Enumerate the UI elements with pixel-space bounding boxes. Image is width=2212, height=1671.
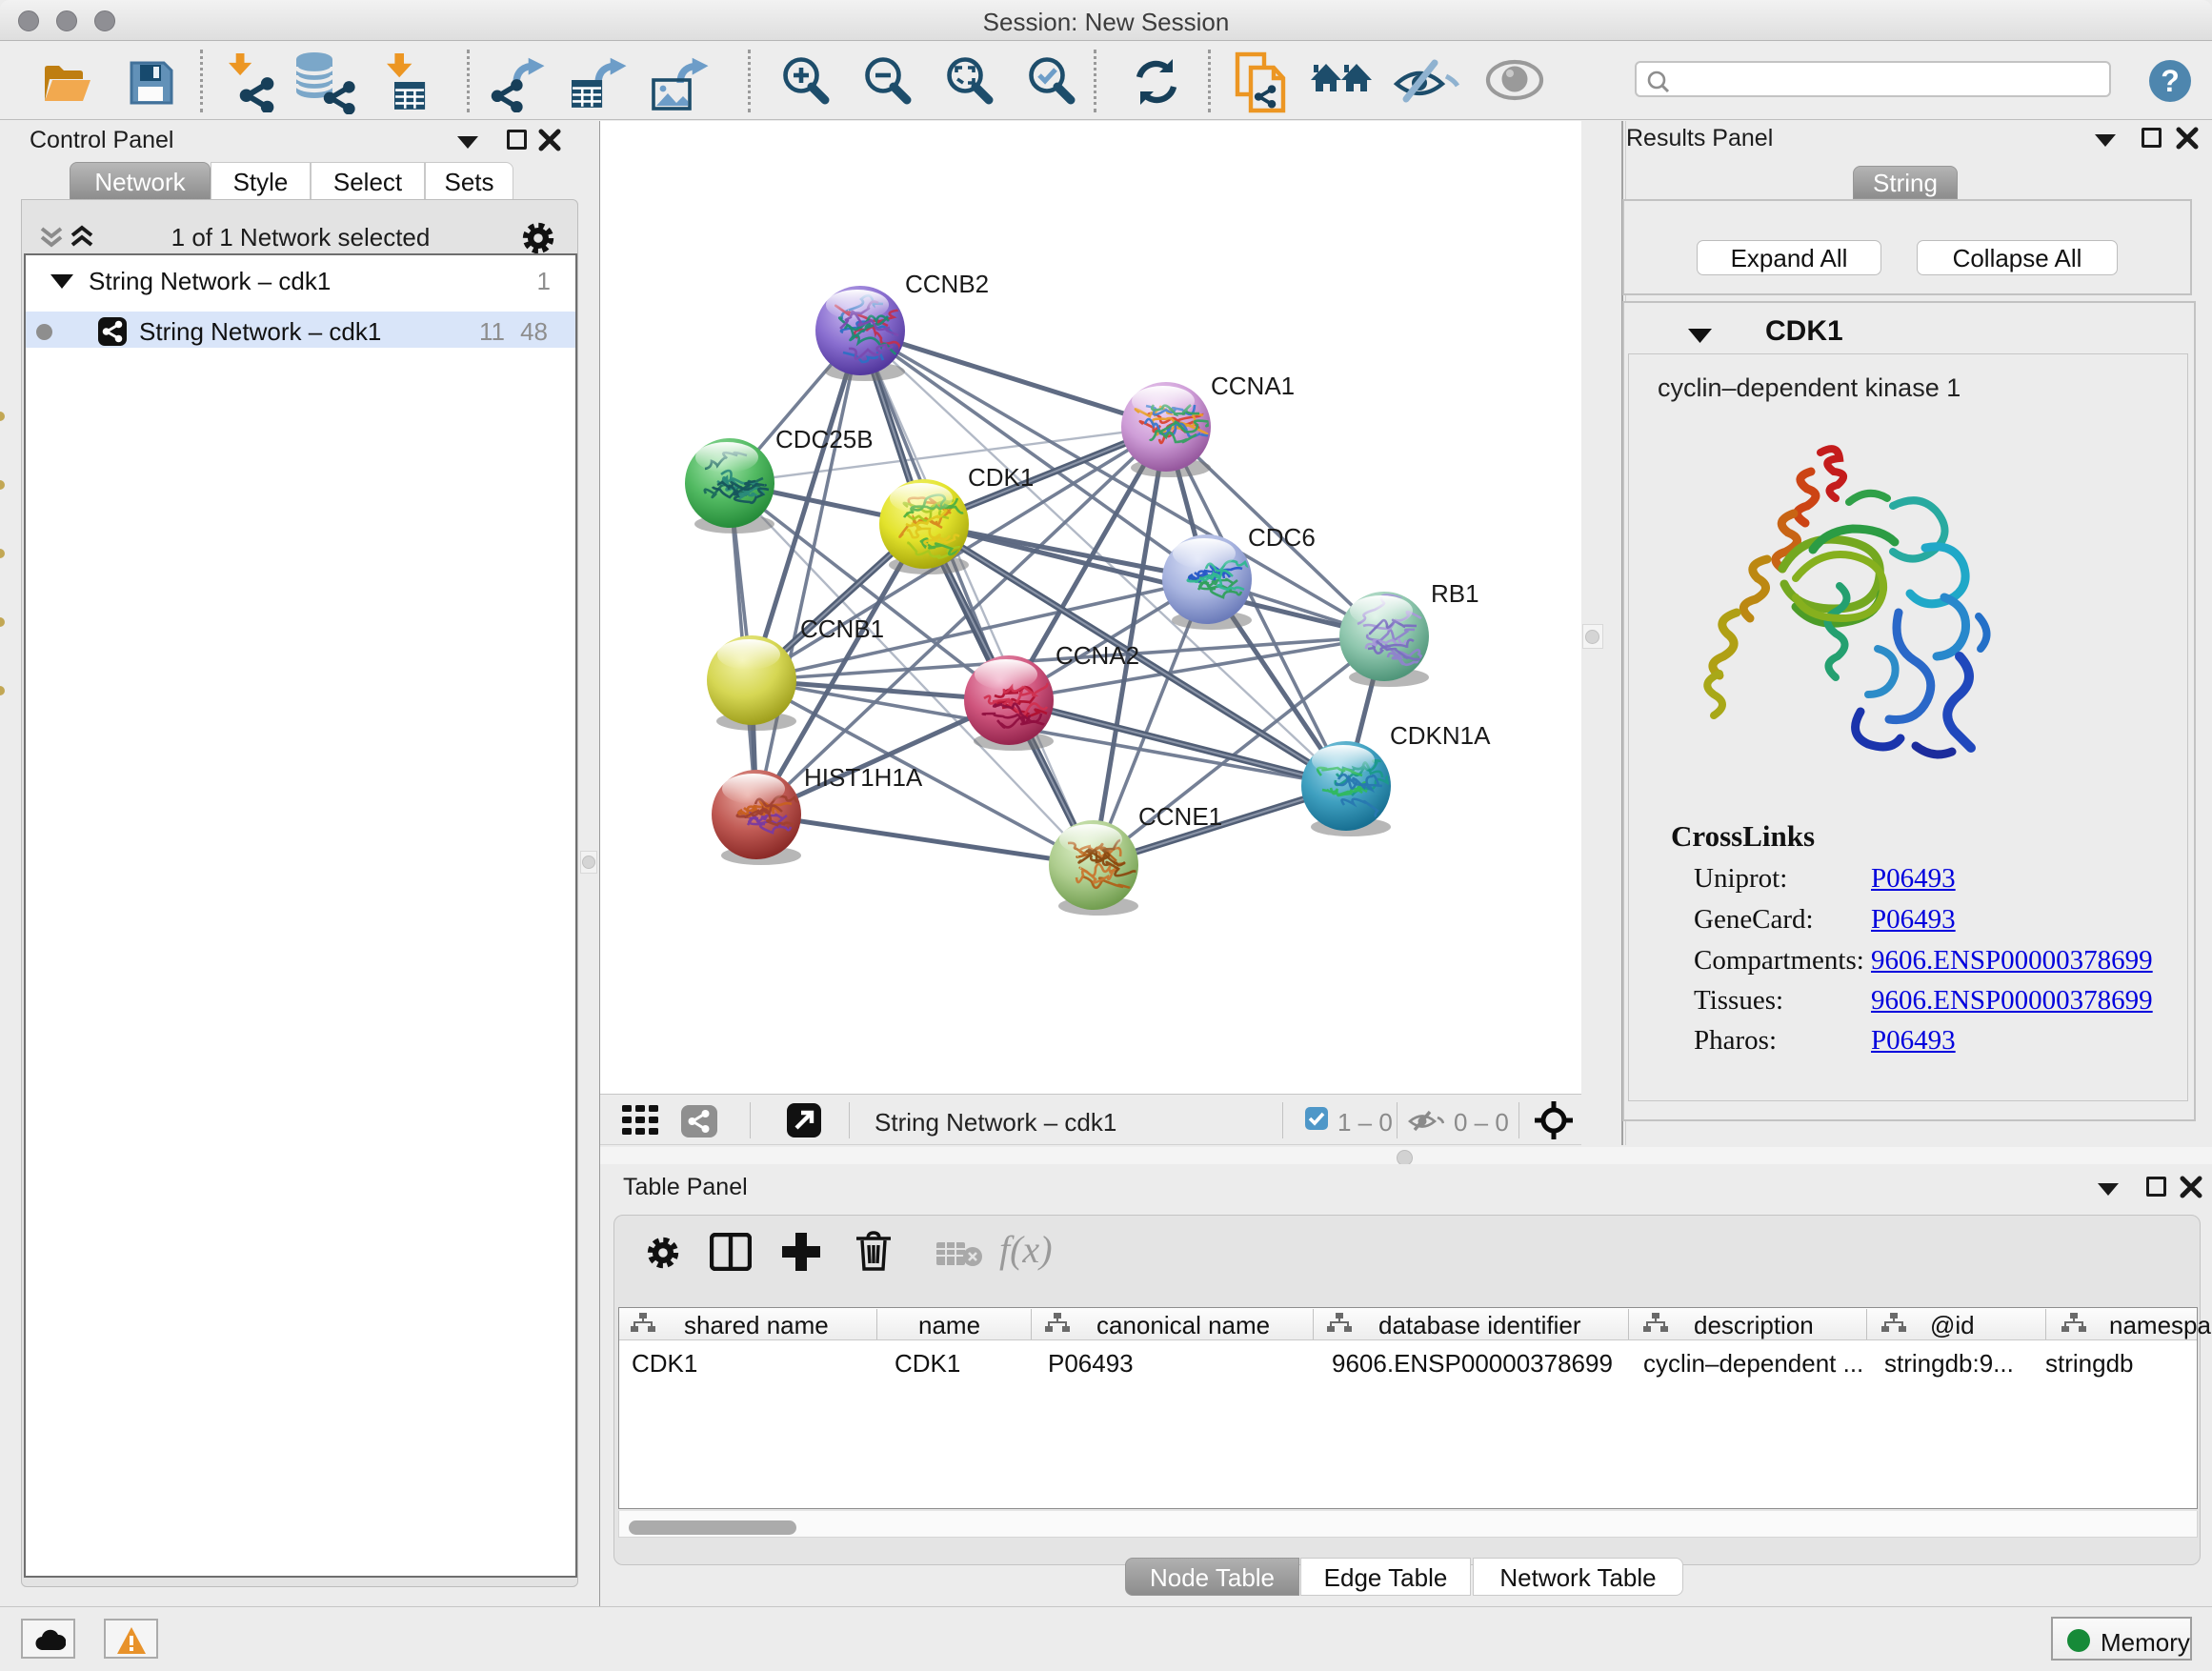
svg-text:HIST1H1A: HIST1H1A [804,763,923,792]
svg-text:RB1: RB1 [1431,579,1479,608]
svg-text:CDKN1A: CDKN1A [1390,721,1491,750]
svg-text:CDC6: CDC6 [1248,523,1316,552]
svg-text:CDK1: CDK1 [968,463,1034,492]
svg-text:CDC25B: CDC25B [775,425,874,453]
svg-text:CCNB2: CCNB2 [905,270,989,298]
svg-text:CCNE1: CCNE1 [1138,802,1222,831]
svg-text:CCNA2: CCNA2 [1056,641,1139,670]
svg-text:CCNA1: CCNA1 [1211,372,1295,400]
svg-text:CCNB1: CCNB1 [800,614,884,643]
